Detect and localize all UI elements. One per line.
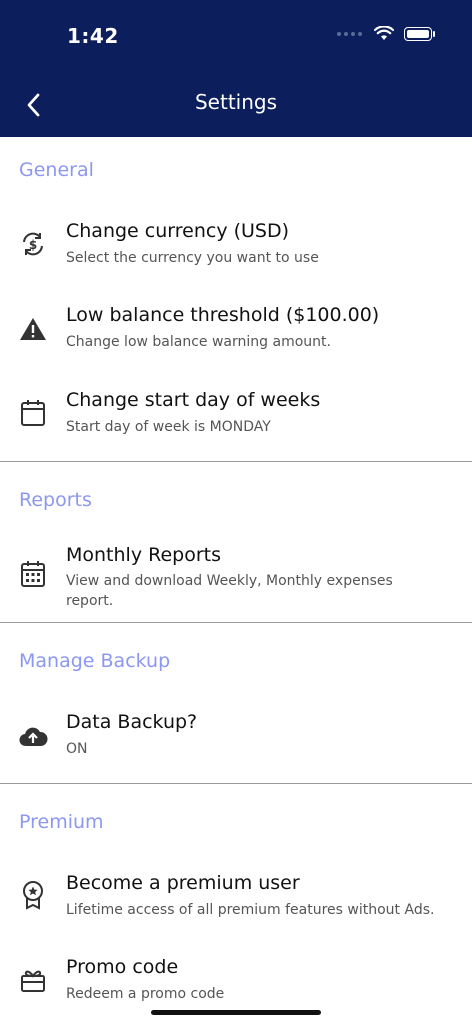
setting-title: Become a premium user xyxy=(66,872,300,894)
setting-title: Promo code xyxy=(66,956,179,978)
page-title: Settings xyxy=(194,90,278,114)
section-header-general: General xyxy=(19,159,94,181)
setting-low-balance[interactable]: Low balance threshold ($100.00) Change l… xyxy=(0,298,472,368)
battery-icon xyxy=(404,26,435,41)
cloud-upload-icon xyxy=(18,721,48,751)
currency-exchange-icon: $ xyxy=(18,229,48,259)
setting-subtitle: View and download Weekly, Monthly expens… xyxy=(66,573,393,609)
setting-title: Low balance threshold ($100.00) xyxy=(66,304,380,326)
setting-subtitle: Change low balance warning amount. xyxy=(66,334,331,350)
setting-title: Data Backup? xyxy=(66,711,198,733)
signal-icon xyxy=(337,31,362,36)
setting-subtitle: Start day of week is MONDAY xyxy=(66,419,271,435)
section-divider xyxy=(0,622,472,623)
section-header-backup: Manage Backup xyxy=(19,650,171,672)
setting-monthly-reports[interactable]: Monthly Reports View and download Weekly… xyxy=(0,538,472,612)
section-header-premium: Premium xyxy=(19,811,104,833)
svg-text:$: $ xyxy=(29,238,37,252)
calendar-icon xyxy=(18,398,48,428)
setting-subtitle: ON xyxy=(66,741,88,757)
setting-promo-code[interactable]: Promo code Redeem a promo code xyxy=(0,950,472,1010)
app-header: 1:42 Settings xyxy=(0,0,472,137)
section-header-reports: Reports xyxy=(19,489,92,511)
home-indicator xyxy=(151,1010,321,1015)
setting-subtitle: Select the currency you want to use xyxy=(66,250,319,266)
setting-subtitle: Redeem a promo code xyxy=(66,986,225,1002)
calendar-grid-icon xyxy=(18,559,48,589)
setting-title: Change currency (USD) xyxy=(66,220,290,242)
setting-title: Change start day of weeks xyxy=(66,389,321,411)
warning-icon xyxy=(18,314,48,344)
setting-subtitle: Lifetime access of all premium features … xyxy=(66,902,435,918)
status-time: 1:42 xyxy=(67,24,119,48)
setting-change-currency[interactable]: $ Change currency (USD) Select the curre… xyxy=(0,214,472,284)
status-icons xyxy=(337,26,435,41)
wifi-icon xyxy=(374,26,394,40)
award-icon xyxy=(18,880,48,910)
setting-data-backup[interactable]: Data Backup? ON xyxy=(0,705,472,771)
gift-icon xyxy=(18,965,48,995)
setting-become-premium[interactable]: Become a premium user Lifetime access of… xyxy=(0,866,472,936)
setting-start-day[interactable]: Change start day of weeks Start day of w… xyxy=(0,383,472,453)
setting-title: Monthly Reports xyxy=(66,544,221,566)
section-divider xyxy=(0,783,472,784)
section-divider xyxy=(0,461,472,462)
